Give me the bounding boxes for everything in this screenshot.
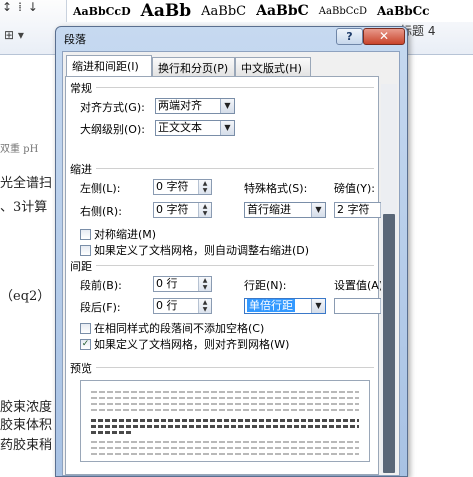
style-heading1[interactable]: AaBb [141, 1, 191, 21]
special-indent-label: 特殊格式(S): [244, 182, 308, 195]
dialog-body: 缩进和间距(I) 换行和分页(P) 中文版式(H) 常规 对齐方式(G): 两端… [62, 51, 400, 476]
tab-line-page-breaks[interactable]: 换行和分页(P) [152, 57, 235, 76]
dialog-title: 段落 [64, 33, 86, 46]
special-indent-select[interactable]: 首行缩进 ▼ [244, 202, 326, 218]
snap-to-grid-checkbox[interactable]: ✓ 如果定义了文档网格，则对齐到网格(W) [80, 336, 289, 352]
spin-arrows-icon[interactable]: ▲▼ [198, 277, 211, 291]
tab-panel: 常规 对齐方式(G): 两端对齐 ▼ 大纲级别(O): 正文文本 ▼ 缩进 左侧… [65, 76, 394, 475]
preview-line [91, 409, 359, 411]
style-gallery: AaBbCcD AaBb AaBbC AaBbC AaBbCcD AaBbCc [66, 0, 473, 22]
tab-indents-spacing[interactable]: 缩进和间距(I) [66, 55, 152, 76]
checkbox-checked[interactable]: ✓ [80, 338, 91, 350]
space-before-value: 0 行 [156, 277, 178, 290]
spacing-at-label: 设置值(A): [334, 279, 387, 292]
auto-adjust-indent-checkbox[interactable]: 如果定义了文档网格，则自动调整右缩进(D) [80, 242, 309, 258]
outline-level-select[interactable]: 正文文本 ▼ [155, 120, 235, 136]
outline-level-value: 正文文本 [158, 121, 202, 134]
indent-right-label: 右侧(R): [80, 205, 122, 218]
preview-line [91, 431, 131, 434]
preview-line [91, 441, 359, 443]
mirror-indents-checkbox[interactable]: 对称缩进(M) [80, 226, 156, 242]
scrollbar-thumb[interactable] [383, 214, 395, 473]
alignment-label: 对齐方式(G): [80, 101, 145, 114]
doc-text: 药胶束稍 [0, 438, 53, 453]
show-marks-icon[interactable]: ⁞ [18, 0, 22, 16]
style-heading2[interactable]: AaBbC [201, 4, 246, 19]
mirror-indents-label: 对称缩进(M) [94, 228, 157, 241]
paragraph-preview [80, 380, 370, 462]
indent-left-label: 左侧(L): [80, 182, 121, 195]
spin-arrows-icon[interactable]: ▲▼ [198, 203, 211, 217]
divider [96, 168, 374, 169]
preview-line [91, 453, 359, 455]
scrollbar[interactable] [381, 84, 397, 473]
divider [96, 265, 374, 266]
divider [96, 87, 374, 88]
chevron-down-icon[interactable]: ▼ [311, 299, 325, 313]
doc-text: 胶束浓度 [0, 400, 53, 415]
checkbox-box[interactable] [80, 228, 91, 240]
preview-line [91, 391, 359, 393]
preview-line [91, 425, 359, 428]
space-after-spinner[interactable]: 0 行 ▲ ▼ [153, 298, 212, 314]
special-indent-value: 首行缩进 [247, 203, 291, 216]
alignment-value: 两端对齐 [158, 99, 202, 112]
line-spacing-value: 单倍行距 [247, 299, 295, 312]
chevron-down-icon[interactable]: ▼ [311, 203, 325, 217]
quick-icons: ↕ ⁞ ↓ [2, 0, 38, 16]
chevron-down-icon[interactable]: ▼ [220, 99, 234, 113]
doc-text: 、3计算 [0, 200, 48, 215]
no-space-same-style-label: 在相同样式的段落间不添加空格(C) [94, 322, 265, 335]
dialog-titlebar[interactable]: 段落 ? ✕ [56, 27, 407, 49]
divider [96, 367, 374, 368]
indent-by-label: 磅值(Y): [334, 182, 376, 195]
doc-text: 光全谱扫 [0, 176, 53, 191]
line-spacing-label: 行距(N): [244, 279, 287, 292]
chevron-down-icon[interactable]: ▼ [220, 121, 234, 135]
auto-adjust-indent-label: 如果定义了文档网格，则自动调整右缩进(D) [94, 244, 310, 257]
line-spacing-select[interactable]: 单倍行距 ▼ [244, 298, 326, 314]
paragraph-dialog: 段落 ? ✕ 缩进和间距(I) 换行和分页(P) 中文版式(H) 常规 对齐方式… [55, 26, 408, 477]
indent-by-value: 2 字符 [337, 203, 370, 216]
style-title[interactable]: AaBbC [256, 3, 309, 19]
indent-right-spinner[interactable]: 0 字符 ▲ ▼ [153, 202, 212, 218]
indent-right-value: 0 字符 [156, 203, 189, 216]
doc-text: 双重 pH [0, 144, 39, 155]
spin-arrows-icon[interactable]: ▲▼ [198, 299, 211, 313]
preview-line [91, 419, 359, 422]
arrow-down-icon[interactable]: ↓ [28, 0, 38, 16]
indent-left-spinner[interactable]: 0 字符 ▲ ▼ [153, 179, 212, 195]
preview-line [91, 397, 359, 399]
sort-icon[interactable]: ↕ [2, 0, 12, 16]
help-button[interactable]: ? [336, 28, 363, 45]
section-preview: 预览 [70, 362, 92, 375]
indent-left-value: 0 字符 [156, 180, 189, 193]
section-general: 常规 [70, 82, 92, 95]
outline-level-label: 大纲级别(O): [80, 123, 145, 136]
preview-line [91, 447, 359, 449]
style-subtitle[interactable]: AaBbCcD [319, 6, 367, 17]
section-indentation: 缩进 [70, 163, 92, 176]
doc-text: 胶束体积 [0, 418, 53, 433]
checkbox-box[interactable] [80, 244, 91, 256]
borders-button[interactable]: ⊞ ▾ [4, 28, 24, 42]
style-strong[interactable]: AaBbCc [377, 4, 429, 18]
preview-line [91, 403, 359, 405]
section-spacing: 间距 [70, 260, 92, 273]
space-after-value: 0 行 [156, 299, 178, 312]
spin-arrows-icon[interactable]: ▲▼ [198, 180, 211, 194]
alignment-select[interactable]: 两端对齐 ▼ [155, 98, 235, 114]
space-before-label: 段前(B): [80, 279, 122, 292]
snap-to-grid-label: 如果定义了文档网格，则对齐到网格(W) [94, 338, 290, 351]
doc-text: （eq2） [0, 289, 51, 304]
space-after-label: 段后(F): [80, 301, 121, 314]
style-normal[interactable]: AaBbCcD [73, 5, 131, 18]
no-space-same-style-checkbox[interactable]: 在相同样式的段落间不添加空格(C) [80, 320, 264, 336]
close-button[interactable]: ✕ [363, 28, 405, 45]
checkbox-box[interactable] [80, 322, 91, 334]
space-before-spinner[interactable]: 0 行 ▲ ▼ [153, 276, 212, 292]
tab-asian-typography[interactable]: 中文版式(H) [235, 57, 311, 76]
